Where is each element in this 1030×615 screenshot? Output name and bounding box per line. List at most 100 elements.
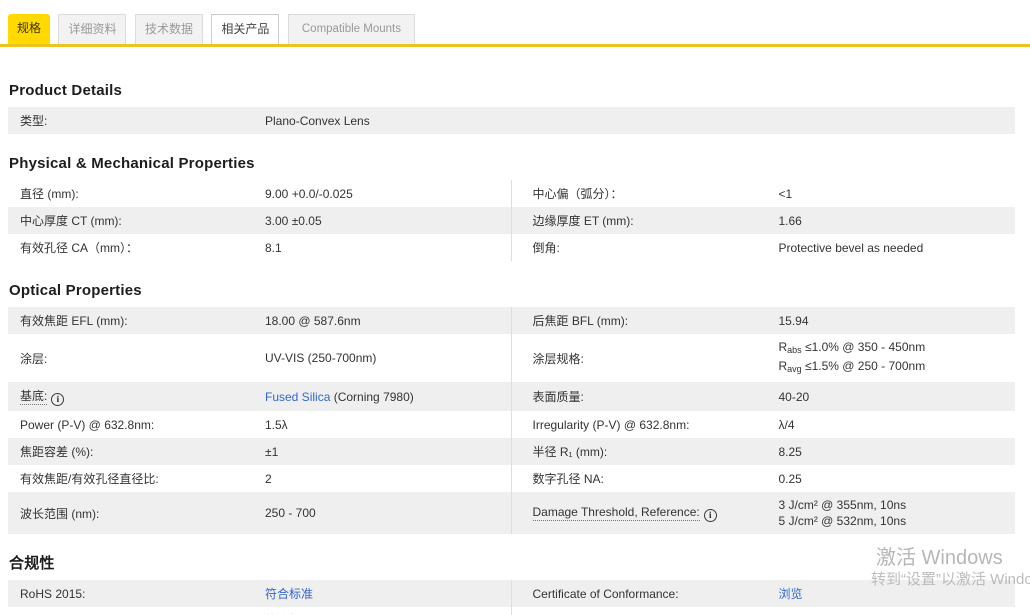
spec-value: <1 — [778, 186, 793, 201]
spec-label: 有效焦距 EFL (mm): — [20, 314, 128, 328]
column-divider — [511, 180, 512, 261]
spec-label: 波长范围 (nm): — [20, 506, 100, 521]
column-divider — [511, 307, 512, 534]
column-divider — [511, 580, 512, 615]
spec-value-line: 3 J/cm² @ 355nm, 10ns — [778, 498, 907, 512]
table-row: 类型: Plano-Convex Lens — [8, 107, 1015, 134]
spec-cell: 表面质量: 40-20 — [512, 382, 1016, 411]
spec-label: 有效孔径 CA（mm）： — [20, 241, 138, 255]
spec-cell: 波长范围 (nm): 250 - 700 — [8, 492, 512, 534]
spec-value: 8.25 — [778, 444, 802, 459]
spec-label-damage-threshold: Damage Threshold, Reference: i — [524, 504, 779, 522]
spec-value-line: Rabs ≤1.0% @ 350 - 450nm — [778, 340, 926, 355]
spec-value: 3.00 ±0.05 — [265, 213, 322, 228]
physical-properties-table: 直径 (mm): 9.00 +0.0/-0.025 中心偏（弧分）： <1 中心… — [8, 180, 1015, 261]
spec-cell: 半径 R₁ (mm): 8.25 — [512, 438, 1016, 465]
compliance-table: RoHS 2015: 符合标准 Certificate of Conforman… — [8, 580, 1015, 615]
spec-cell: 倒角: Protective bevel as needed — [512, 234, 1016, 261]
spec-label: 中心偏（弧分）： — [532, 187, 623, 201]
spec-value-line: 5 J/cm² @ 532nm, 10ns — [778, 514, 907, 528]
spec-value: 浏览 — [779, 586, 803, 602]
spec-label: 边缘厚度 ET (mm): — [532, 214, 634, 228]
section-title-product-details: Product Details — [9, 82, 123, 99]
certificate-view-link[interactable]: 浏览 — [779, 587, 803, 601]
spec-value-multiline: 3 J/cm² @ 355nm, 10ns 5 J/cm² @ 532nm, 1… — [779, 497, 907, 529]
spec-label: 表面质量: — [532, 390, 584, 404]
spec-cell: 涂层规格: Rabs ≤1.0% @ 350 - 450nm Ravg ≤1.5… — [512, 334, 1016, 382]
spec-cell: 中心偏（弧分）： <1 — [512, 180, 1016, 207]
spec-cell: 中心厚度 CT (mm): 3.00 ±0.05 — [8, 207, 512, 234]
spec-label: 倒角: — [532, 241, 560, 255]
spec-cell: 后焦距 BFL (mm): 15.94 — [512, 307, 1016, 334]
spec-label: Power (P-V) @ 632.8nm: — [20, 417, 155, 432]
spec-value: 符合标准 — [265, 586, 313, 602]
spec-value: 250 - 700 — [265, 506, 316, 520]
spec-label: 有效焦距/有效孔径直径比: — [20, 472, 159, 486]
rohs-compliant-link[interactable]: 符合标准 — [265, 587, 313, 601]
spec-value: 2 — [265, 471, 272, 486]
tab-related-products[interactable]: 相关产品 — [211, 14, 280, 44]
spec-label: 涂层: — [20, 351, 48, 366]
tab-details[interactable]: 详细资料 — [58, 14, 127, 44]
optical-properties-table: 有效焦距 EFL (mm): 18.00 @ 587.6nm 后焦距 BFL (… — [8, 307, 1015, 534]
spec-cell: Irregularity (P-V) @ 632.8nm: λ/4 — [512, 411, 1016, 438]
spec-cell: 有效孔径 CA（mm）： 8.1 — [8, 234, 512, 261]
spec-cell — [512, 607, 1016, 615]
spec-label: 类型: — [20, 114, 48, 128]
spec-value: Plano-Convex Lens — [265, 113, 370, 128]
tab-bar: 规格 详细资料 技术数据 相关产品 Compatible Mounts — [0, 0, 1030, 47]
spec-cell: 基底: i Fused Silica (Corning 7980) — [8, 382, 512, 411]
tab-technical-data[interactable]: 技术数据 — [134, 14, 203, 44]
product-details-table: 类型: Plano-Convex Lens — [8, 107, 1015, 134]
spec-value: Fused Silica (Corning 7980) — [265, 389, 414, 405]
spec-cell: Certificate of Conformance: 浏览 — [512, 580, 1016, 607]
fused-silica-link[interactable]: Fused Silica — [265, 390, 330, 404]
section-title-optical: Optical Properties — [9, 282, 142, 299]
tab-specifications[interactable]: 规格 — [8, 14, 51, 44]
info-icon[interactable]: i — [703, 508, 717, 522]
spec-value: 40-20 — [778, 389, 810, 404]
spec-value: 1.66 — [778, 213, 802, 228]
spec-label: 数字孔径 NA: — [532, 472, 604, 486]
spec-cell: Damage Threshold, Reference: i 3 J/cm² @ … — [512, 492, 1016, 534]
spec-cell: 直径 (mm): 9.00 +0.0/-0.025 — [8, 180, 512, 207]
spec-cell: 类型: Plano-Convex Lens — [8, 107, 1015, 134]
spec-cell: Power (P-V) @ 632.8nm: 1.5λ — [8, 411, 512, 438]
spec-value: ±1 — [265, 444, 279, 459]
spec-label: RoHS 2015: — [20, 586, 86, 601]
spec-value: UV-VIS (250-700nm) — [265, 351, 377, 365]
spec-value: 8.1 — [265, 240, 282, 255]
spec-label-substrate: 基底: i — [20, 387, 265, 406]
spec-cell: 焦距容差 (%): ±1 — [8, 438, 512, 465]
spec-value: 0.25 — [778, 471, 802, 486]
section-title-physical: Physical & Mechanical Properties — [9, 155, 255, 172]
spec-label: 后焦距 BFL (mm): — [532, 314, 629, 328]
spec-cell: 有效焦距 EFL (mm): 18.00 @ 587.6nm — [8, 307, 512, 334]
spec-label: Certificate of Conformance: — [532, 586, 679, 601]
section-title-compliance: 合规性 — [9, 555, 55, 572]
spec-cell: Reach 235: 符合标准 — [8, 607, 512, 615]
info-icon[interactable]: i — [51, 393, 65, 406]
spec-label: 半径 R₁ (mm): — [532, 445, 608, 459]
spec-cell: 边缘厚度 ET (mm): 1.66 — [512, 207, 1016, 234]
spec-value: 1.5λ — [265, 417, 288, 432]
spec-value: 15.94 — [778, 313, 809, 328]
spec-cell: 涂层: UV-VIS (250-700nm) — [8, 334, 512, 382]
spec-value: λ/4 — [778, 417, 795, 432]
spec-label: 中心厚度 CT (mm): — [20, 214, 122, 228]
spec-label: Irregularity (P-V) @ 632.8nm: — [532, 417, 690, 432]
specifications-panel: Product Details 类型: Plano-Convex Lens Ph… — [8, 82, 1015, 615]
spec-value: 9.00 +0.0/-0.025 — [265, 186, 353, 201]
spec-cell: RoHS 2015: 符合标准 — [8, 580, 512, 607]
spec-value-line: Ravg ≤1.5% @ 250 - 700nm — [778, 359, 926, 374]
spec-value-suffix: (Corning 7980) — [330, 389, 414, 404]
spec-label: 直径 (mm): — [20, 187, 79, 201]
spec-cell: 有效焦距/有效孔径直径比: 2 — [8, 465, 512, 492]
spec-value: Protective bevel as needed — [778, 240, 924, 255]
tab-compatible-mounts[interactable]: Compatible Mounts — [287, 14, 415, 44]
spec-label: 涂层规格: — [532, 351, 584, 366]
spec-label: 焦距容差 (%): — [20, 445, 94, 459]
active-tab-underline — [0, 44, 1030, 47]
spec-cell: 数字孔径 NA: 0.25 — [512, 465, 1016, 492]
spec-value-multiline: Rabs ≤1.0% @ 350 - 450nm Ravg ≤1.5% @ 25… — [779, 339, 926, 377]
